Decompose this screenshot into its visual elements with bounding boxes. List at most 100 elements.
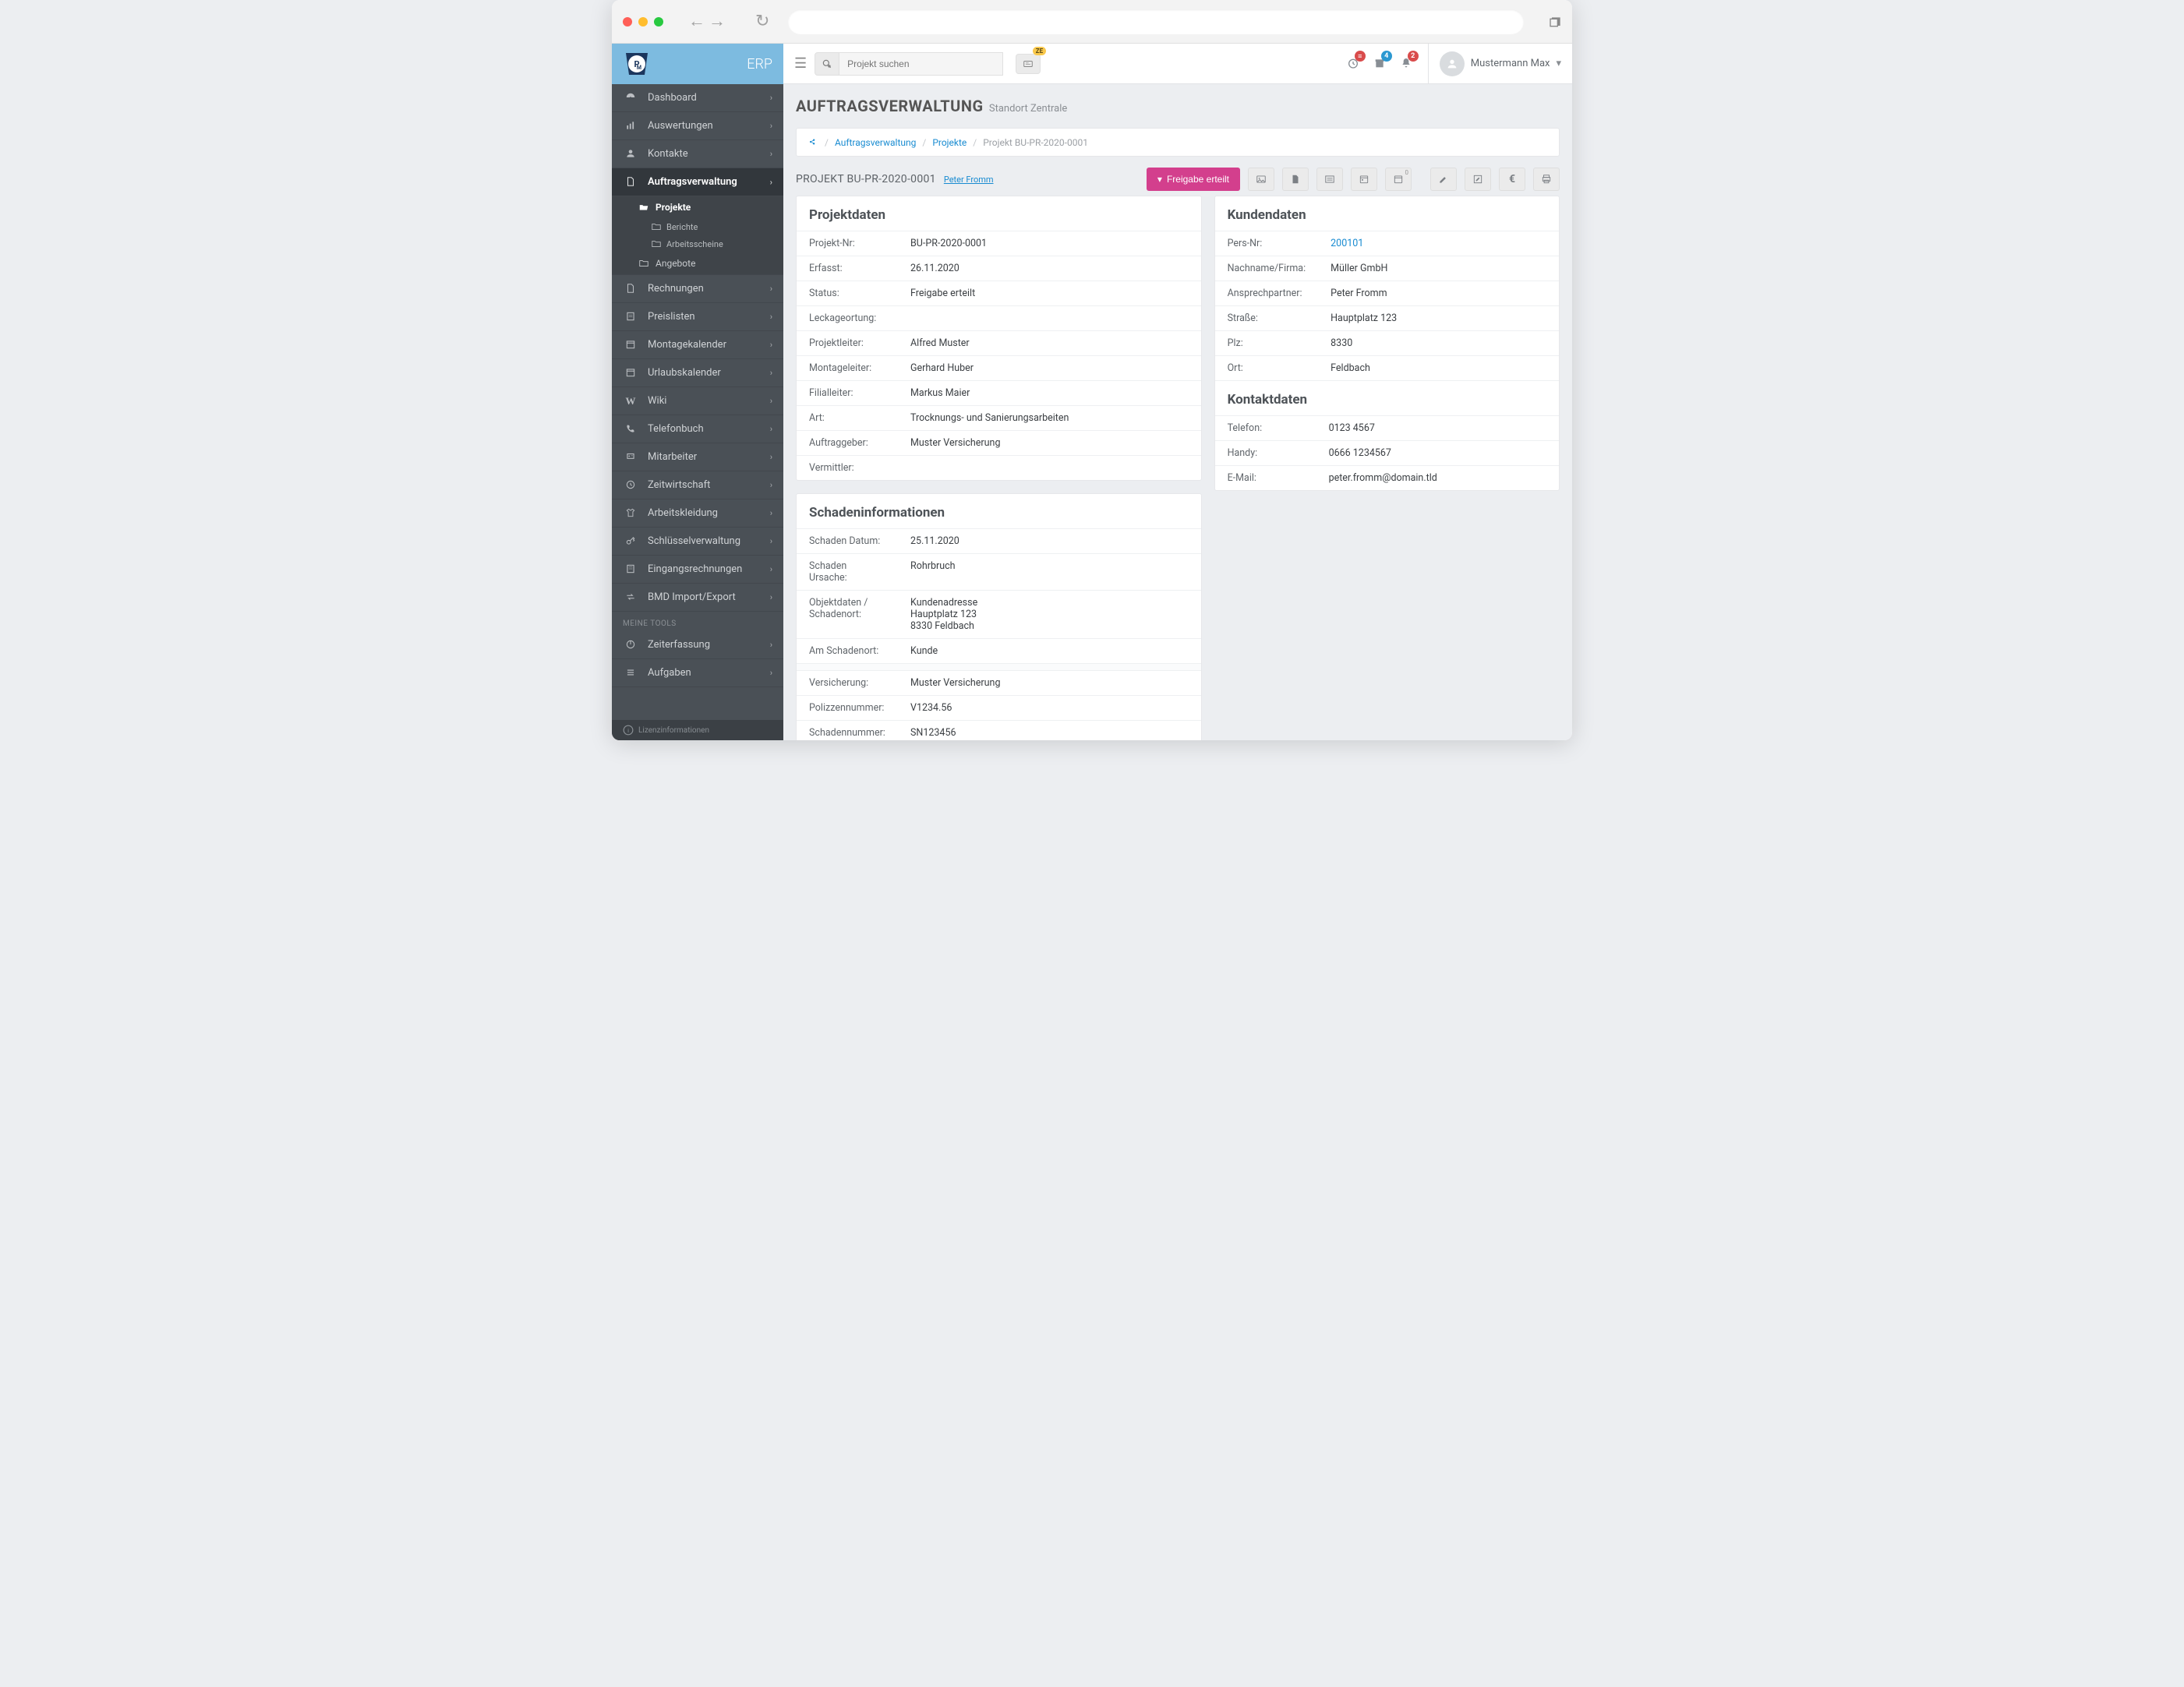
exchange-icon [623,591,638,604]
euro-button[interactable]: € [1499,168,1525,191]
value-link[interactable]: 200101 [1331,238,1363,249]
sidebar-item-mitarbeiter[interactable]: Mitarbeiter› [612,443,783,471]
sidebar-tool-aufgaben[interactable]: Aufgaben› [612,659,783,687]
chevron-right-icon: › [770,121,772,131]
search-input[interactable] [839,52,1003,76]
ze-button[interactable]: ZE [1016,54,1041,74]
breadcrumb-link-1[interactable]: Auftragsverwaltung [835,137,916,148]
sidebar-item-label: Auftragsverwaltung [648,176,737,188]
row-value: peter.fromm@domain.tld [1316,466,1559,491]
sidebar-item-label: Telefonbuch [648,423,704,435]
bell-icon[interactable]: 2 [1400,55,1412,72]
row-value: Gerhard Huber [898,356,1201,381]
calendar-count-button[interactable]: 0 [1385,168,1412,191]
table-row: Schaden Ursache:Rohrbruch [797,554,1201,591]
page-title: AUFTRAGSVERWALTUNG [796,97,984,115]
logo-area: PM ERP [612,44,783,84]
table-row: Pers-Nr:200101 [1215,231,1559,256]
list-button[interactable] [1316,168,1343,191]
sidebar-item-auswertungen[interactable]: Auswertungen › [612,112,783,140]
archive-icon[interactable]: 4 [1373,55,1386,72]
row-label: Projektleiter: [797,331,898,356]
table-row: Projektleiter:Alfred Muster [797,331,1201,356]
sidebar-item-rechnungen[interactable]: Rechnungen› [612,275,783,303]
home-icon[interactable] [808,136,818,148]
search-button[interactable] [815,52,839,76]
table-row: Telefon:0123 4567 [1215,416,1559,441]
dashboard-icon [623,92,638,104]
sidebar-item-bmd-import-export[interactable]: BMD Import/Export› [612,584,783,612]
sidebar-item-label: Auswertungen [648,120,713,132]
sidebar-item-schl-sselverwaltung[interactable]: Schlüsselverwaltung› [612,528,783,556]
window-stack-icon[interactable] [1549,12,1561,31]
sidebar-item-zeitwirtschaft[interactable]: Zeitwirtschaft› [612,471,783,499]
breadcrumb-link-2[interactable]: Projekte [932,137,967,148]
chevron-right-icon: › [770,452,772,462]
sidebar-item-label: Urlaubskalender [648,367,721,379]
folder-open-icon [638,202,649,214]
sidebar-toggle[interactable]: ☰ [794,55,807,72]
row-label: Erfasst: [797,256,898,281]
kundendaten-heading: Kundendaten [1215,196,1559,231]
row-label: Objektdaten / Schadenort: [797,591,898,639]
chevron-right-icon: › [770,340,772,350]
table-row: Am Schadenort:Kunde [797,639,1201,664]
project-assignee-link[interactable]: Peter Fromm [944,175,994,185]
sidebar-subsub-arbeitsscheine[interactable]: Arbeitsscheine [612,235,783,252]
license-info[interactable]: i Lizenzinformationen [612,720,783,740]
row-label: Polizzennummer: [797,696,898,721]
table-row: Objektdaten / Schadenort:KundenadresseHa… [797,591,1201,639]
sidebar-sub-projekte[interactable]: Projekte [612,196,783,218]
back-button[interactable]: ← [688,13,705,30]
document-icon [1290,174,1301,185]
sidebar-item-label: Schlüsselverwaltung [648,535,740,547]
reload-button[interactable]: ↻ [755,13,769,30]
print-button[interactable] [1533,168,1560,191]
sidebar-item-urlaubskalender[interactable]: Urlaubskalender› [612,359,783,387]
inbox-icon [623,563,638,576]
edit-form-button[interactable] [1465,168,1491,191]
forward-button[interactable]: → [709,13,726,30]
sidebar-item-preislisten[interactable]: Preislisten› [612,303,783,331]
row-label: E-Mail: [1215,466,1316,491]
row-value: Markus Maier [898,381,1201,406]
row-label: Schaden Datum: [797,529,898,554]
edit-button[interactable] [1430,168,1457,191]
sidebar-submenu: ProjekteBerichteArbeitsscheineAngebote [612,196,783,275]
sidebar-item-label: Kontakte [648,148,688,160]
document-button[interactable] [1282,168,1309,191]
table-row: Straße:Hauptplatz 123 [1215,306,1559,331]
minimize-window[interactable] [638,17,648,26]
row-label: Versicherung: [797,671,898,696]
row-label: Telefon: [1215,416,1316,441]
image-button[interactable] [1248,168,1274,191]
row-label: Vermittler: [797,456,898,481]
svg-text:M: M [637,65,641,71]
sidebar-sub-angebote[interactable]: Angebote [612,252,783,274]
row-label: Montageleiter: [797,356,898,381]
chevron-right-icon: › [770,149,772,159]
sidebar-item-eingangsrechnungen[interactable]: Eingangsrechnungen› [612,556,783,584]
sidebar-item-arbeitskleidung[interactable]: Arbeitskleidung› [612,499,783,528]
clock-icon[interactable]: ≡ [1347,55,1359,72]
url-bar[interactable] [788,9,1524,34]
table-row: Vermittler: [797,456,1201,481]
calendar-button[interactable] [1351,168,1377,191]
sidebar-item-wiki[interactable]: WWiki› [612,387,783,415]
chevron-right-icon: › [770,284,772,294]
sidebar-subsub-berichte[interactable]: Berichte [612,218,783,235]
row-label: Ort: [1215,356,1319,381]
archive-badge: 4 [1381,51,1392,62]
close-window[interactable] [623,17,632,26]
maximize-window[interactable] [654,17,663,26]
sidebar-item-dashboard[interactable]: Dashboard› [612,84,783,112]
sidebar-tool-zeiterfassung[interactable]: Zeiterfassung› [612,631,783,659]
user-menu[interactable]: Mustermann Max ▾ [1428,44,1561,83]
sidebar-item-telefonbuch[interactable]: Telefonbuch› [612,415,783,443]
edit-form-icon [1472,174,1483,185]
sidebar-item-montagekalender[interactable]: Montagekalender› [612,331,783,359]
kundendaten-panel: Kundendaten Pers-Nr:200101Nachname/Firma… [1214,196,1560,491]
sidebar-item-kontakte[interactable]: Kontakte › [612,140,783,168]
release-button[interactable]: ▾Freigabe erteilt [1147,168,1240,191]
sidebar-item-auftragsverwaltung[interactable]: Auftragsverwaltung› [612,168,783,196]
